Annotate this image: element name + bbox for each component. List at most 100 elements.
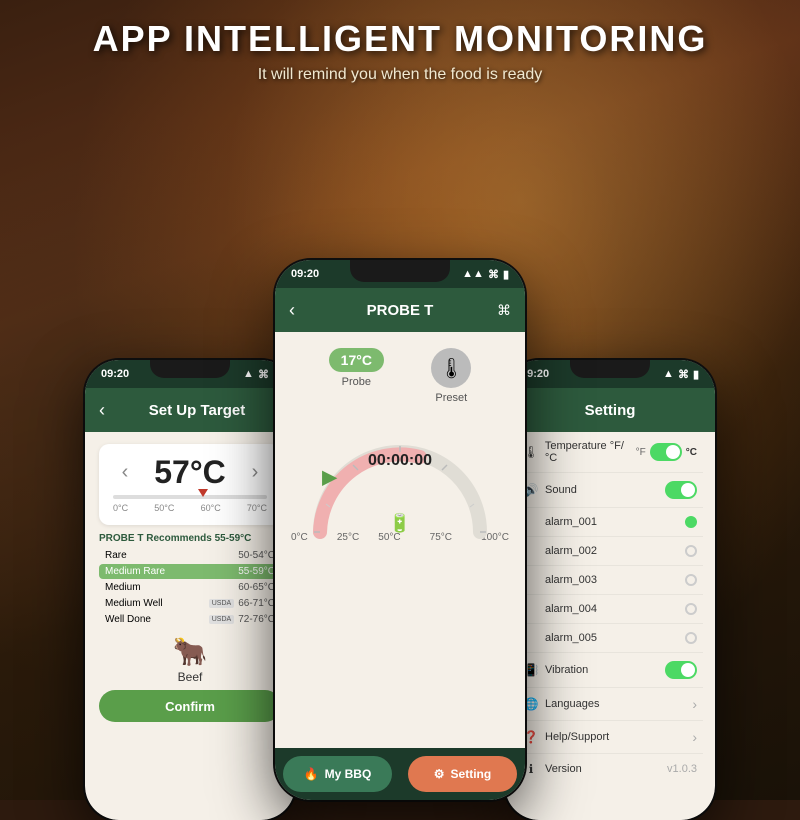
gauge-time: 00:00:00	[368, 452, 432, 470]
center-wifi-icon: ⌘	[488, 268, 499, 281]
alarm-004-radio[interactable]	[685, 603, 697, 615]
meat-table: Rare 50-54°C Medium Rare 55-59°C Medium …	[99, 548, 281, 627]
alarm-002-radio[interactable]	[685, 545, 697, 557]
languages-icon: 🌐	[523, 697, 539, 711]
alarm-002-label: alarm_002	[545, 545, 597, 557]
sound-icon: 🔊	[523, 483, 539, 497]
alarm-001-radio[interactable]	[685, 516, 697, 528]
fahrenheit-label: °F	[636, 447, 646, 458]
signal-icon: ▲	[243, 368, 254, 380]
setting-help-left: ❓ Help/Support	[523, 730, 692, 744]
temp-unit-toggle[interactable]: °F °C	[636, 443, 697, 461]
setting-temp-label: Temperature °F/°C	[545, 440, 636, 464]
sound-toggle[interactable]	[665, 481, 697, 499]
setting-languages[interactable]: 🌐 Languages ›	[517, 688, 703, 721]
vibration-toggle[interactable]	[665, 661, 697, 679]
play-button[interactable]: ▶	[322, 465, 337, 490]
probe-indicators: 17°C Probe 🌡 Preset	[275, 332, 525, 412]
alarm-004-left: alarm_004	[523, 603, 685, 615]
wifi-icon: ⌘	[258, 368, 269, 381]
right-nav-title: Setting	[585, 402, 636, 419]
setting-alarm-004[interactable]: alarm_004	[517, 595, 703, 624]
setting-languages-left: 🌐 Languages	[523, 697, 692, 711]
thermometer-icon: 🌡	[523, 445, 539, 459]
alarm-001-left: alarm_001	[523, 516, 685, 528]
sub-title: It will remind you when the food is read…	[0, 66, 800, 84]
center-nav-title: PROBE T	[303, 302, 497, 319]
right-wifi-icon: ⌘	[678, 368, 689, 381]
help-chevron: ›	[692, 729, 697, 745]
right-status-icons: ▲ ⌘ ▮	[663, 368, 699, 381]
setting-tab-icon: ⚙	[434, 767, 445, 781]
temp-value: 57°C	[154, 454, 226, 491]
gauge-battery-icon: 🔋	[389, 513, 411, 534]
gauge-container: ▶ 00:00:00 🔋	[300, 412, 500, 542]
probe-temp-badge: 17°C	[329, 348, 384, 372]
celsius-label: °C	[686, 447, 697, 458]
bbq-label: My BBQ	[325, 767, 372, 781]
right-battery-icon: ▮	[693, 368, 699, 381]
center-status-icons: ▲▲ ⌘ ▮	[462, 268, 509, 281]
setting-sound-left: 🔊 Sound	[523, 483, 665, 497]
tab-my-bbq[interactable]: 🔥 My BBQ	[283, 756, 392, 792]
tab-setting[interactable]: ⚙ Setting	[408, 756, 517, 792]
confirm-button[interactable]: Confirm	[99, 690, 281, 722]
back-button[interactable]: ‹	[99, 400, 105, 421]
setting-help[interactable]: ❓ Help/Support ›	[517, 721, 703, 754]
alarm-003-label: alarm_003	[545, 574, 597, 586]
version-icon: ℹ	[523, 762, 539, 776]
right-status-time: 09:20	[521, 368, 549, 380]
temp-toggle[interactable]	[650, 443, 682, 461]
center-nav: ‹ PROBE T ⌘	[275, 288, 525, 332]
meat-row-medium[interactable]: Medium 60-65°C	[99, 580, 281, 595]
center-back-button[interactable]: ‹	[289, 300, 295, 321]
right-screen: 09:20 ▲ ⌘ ▮ Setting 🌡 Temperature °F/°C	[505, 360, 715, 820]
center-status-time: 09:20	[291, 268, 319, 280]
meat-row-rare[interactable]: Rare 50-54°C	[99, 548, 281, 563]
meat-row-medium-well[interactable]: Medium Well USDA 66-71°C	[99, 596, 281, 611]
vibration-icon: 📳	[523, 663, 539, 677]
probe-sublabel: Probe	[342, 376, 371, 388]
scale-label-70: 70°C	[247, 503, 267, 513]
phones-container: 09:20 ▲ ⌘ ▮ ‹ Set Up Target ‹ 57°C ›	[0, 160, 800, 800]
setting-vibration-label: Vibration	[545, 664, 588, 676]
languages-chevron: ›	[692, 696, 697, 712]
temp-scale-container: 0°C 50°C 60°C 70°C	[113, 495, 267, 513]
notch-left	[150, 360, 230, 378]
temp-right-arrow[interactable]: ›	[243, 461, 267, 484]
notch-center	[350, 260, 450, 282]
setting-tab-label: Setting	[451, 767, 492, 781]
phone-right: 09:20 ▲ ⌘ ▮ Setting 🌡 Temperature °F/°C	[505, 360, 715, 820]
setting-temperature: 🌡 Temperature °F/°C °F °C	[517, 432, 703, 473]
meat-row-medium-rare[interactable]: Medium Rare 55-59°C	[99, 564, 281, 579]
phone-left: 09:20 ▲ ⌘ ▮ ‹ Set Up Target ‹ 57°C ›	[85, 360, 295, 820]
center-wifi-nav-icon: ⌘	[497, 302, 511, 319]
settings-list: 🌡 Temperature °F/°C °F °C 🔊 Sound	[505, 432, 715, 784]
bbq-icon: 🔥	[304, 767, 319, 781]
setting-alarm-005[interactable]: alarm_005	[517, 624, 703, 653]
setting-help-label: Help/Support	[545, 731, 609, 743]
alarm-005-radio[interactable]	[685, 632, 697, 644]
setting-alarm-001[interactable]: alarm_001	[517, 508, 703, 537]
temp-left-arrow[interactable]: ‹	[113, 461, 137, 484]
setting-languages-label: Languages	[545, 698, 599, 710]
preset-sublabel: Preset	[435, 392, 467, 404]
left-status-time: 09:20	[101, 368, 129, 380]
meat-row-well-done[interactable]: Well Done USDA 72-76°C	[99, 612, 281, 627]
alarm-005-left: alarm_005	[523, 632, 685, 644]
alarm-001-label: alarm_001	[545, 516, 597, 528]
setting-alarm-003[interactable]: alarm_003	[517, 566, 703, 595]
scale-label-0: 0°C	[113, 503, 128, 513]
probe-rec-title: PROBE T Recommends 55-59°C	[99, 533, 281, 544]
temp-scale-bar	[113, 495, 267, 499]
setting-alarm-002[interactable]: alarm_002	[517, 537, 703, 566]
left-screen: 09:20 ▲ ⌘ ▮ ‹ Set Up Target ‹ 57°C ›	[85, 360, 295, 820]
version-value: v1.0.3	[667, 763, 697, 775]
setting-version-label: Version	[545, 763, 582, 775]
probe-recommends: PROBE T Recommends 55-59°C Rare 50-54°C …	[85, 533, 295, 627]
alarm-002-left: alarm_002	[523, 545, 685, 557]
alarm-003-radio[interactable]	[685, 574, 697, 586]
left-status-icons: ▲ ⌘ ▮	[243, 368, 279, 381]
probe-item-preset: 🌡 Preset	[431, 348, 471, 404]
beef-section: 🐂 Beef	[85, 635, 295, 684]
